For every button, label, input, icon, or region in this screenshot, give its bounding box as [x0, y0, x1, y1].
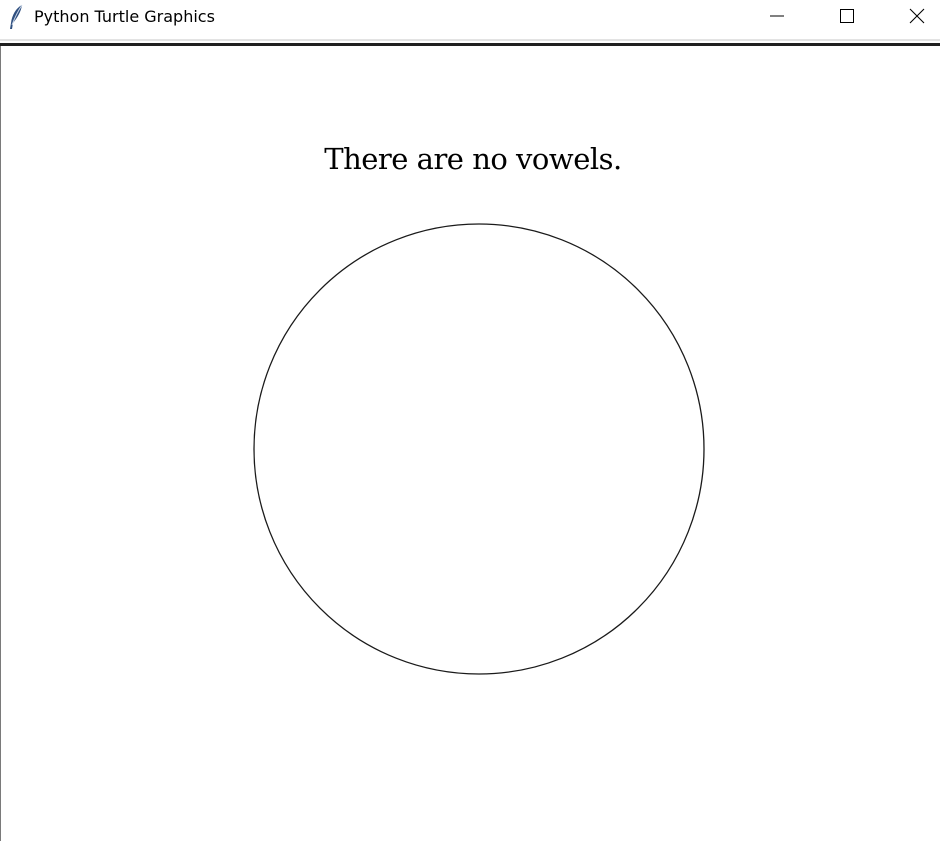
minimize-icon — [770, 15, 784, 17]
circle-drawing — [253, 223, 705, 675]
maximize-button[interactable] — [824, 0, 870, 32]
maximize-icon — [840, 9, 854, 23]
turtle-canvas[interactable]: There are no vowels. — [0, 46, 940, 841]
close-icon — [909, 8, 925, 24]
turtle-window: Python Turtle Graphics There are no vowe… — [0, 0, 940, 841]
title-bar[interactable]: Python Turtle Graphics — [0, 0, 940, 38]
feather-icon — [10, 4, 23, 29]
window-title: Python Turtle Graphics — [34, 7, 215, 26]
titlebar-divider — [0, 39, 940, 41]
minimize-button[interactable] — [754, 0, 800, 32]
turtle-circle — [253, 223, 705, 675]
close-button[interactable] — [894, 0, 940, 32]
